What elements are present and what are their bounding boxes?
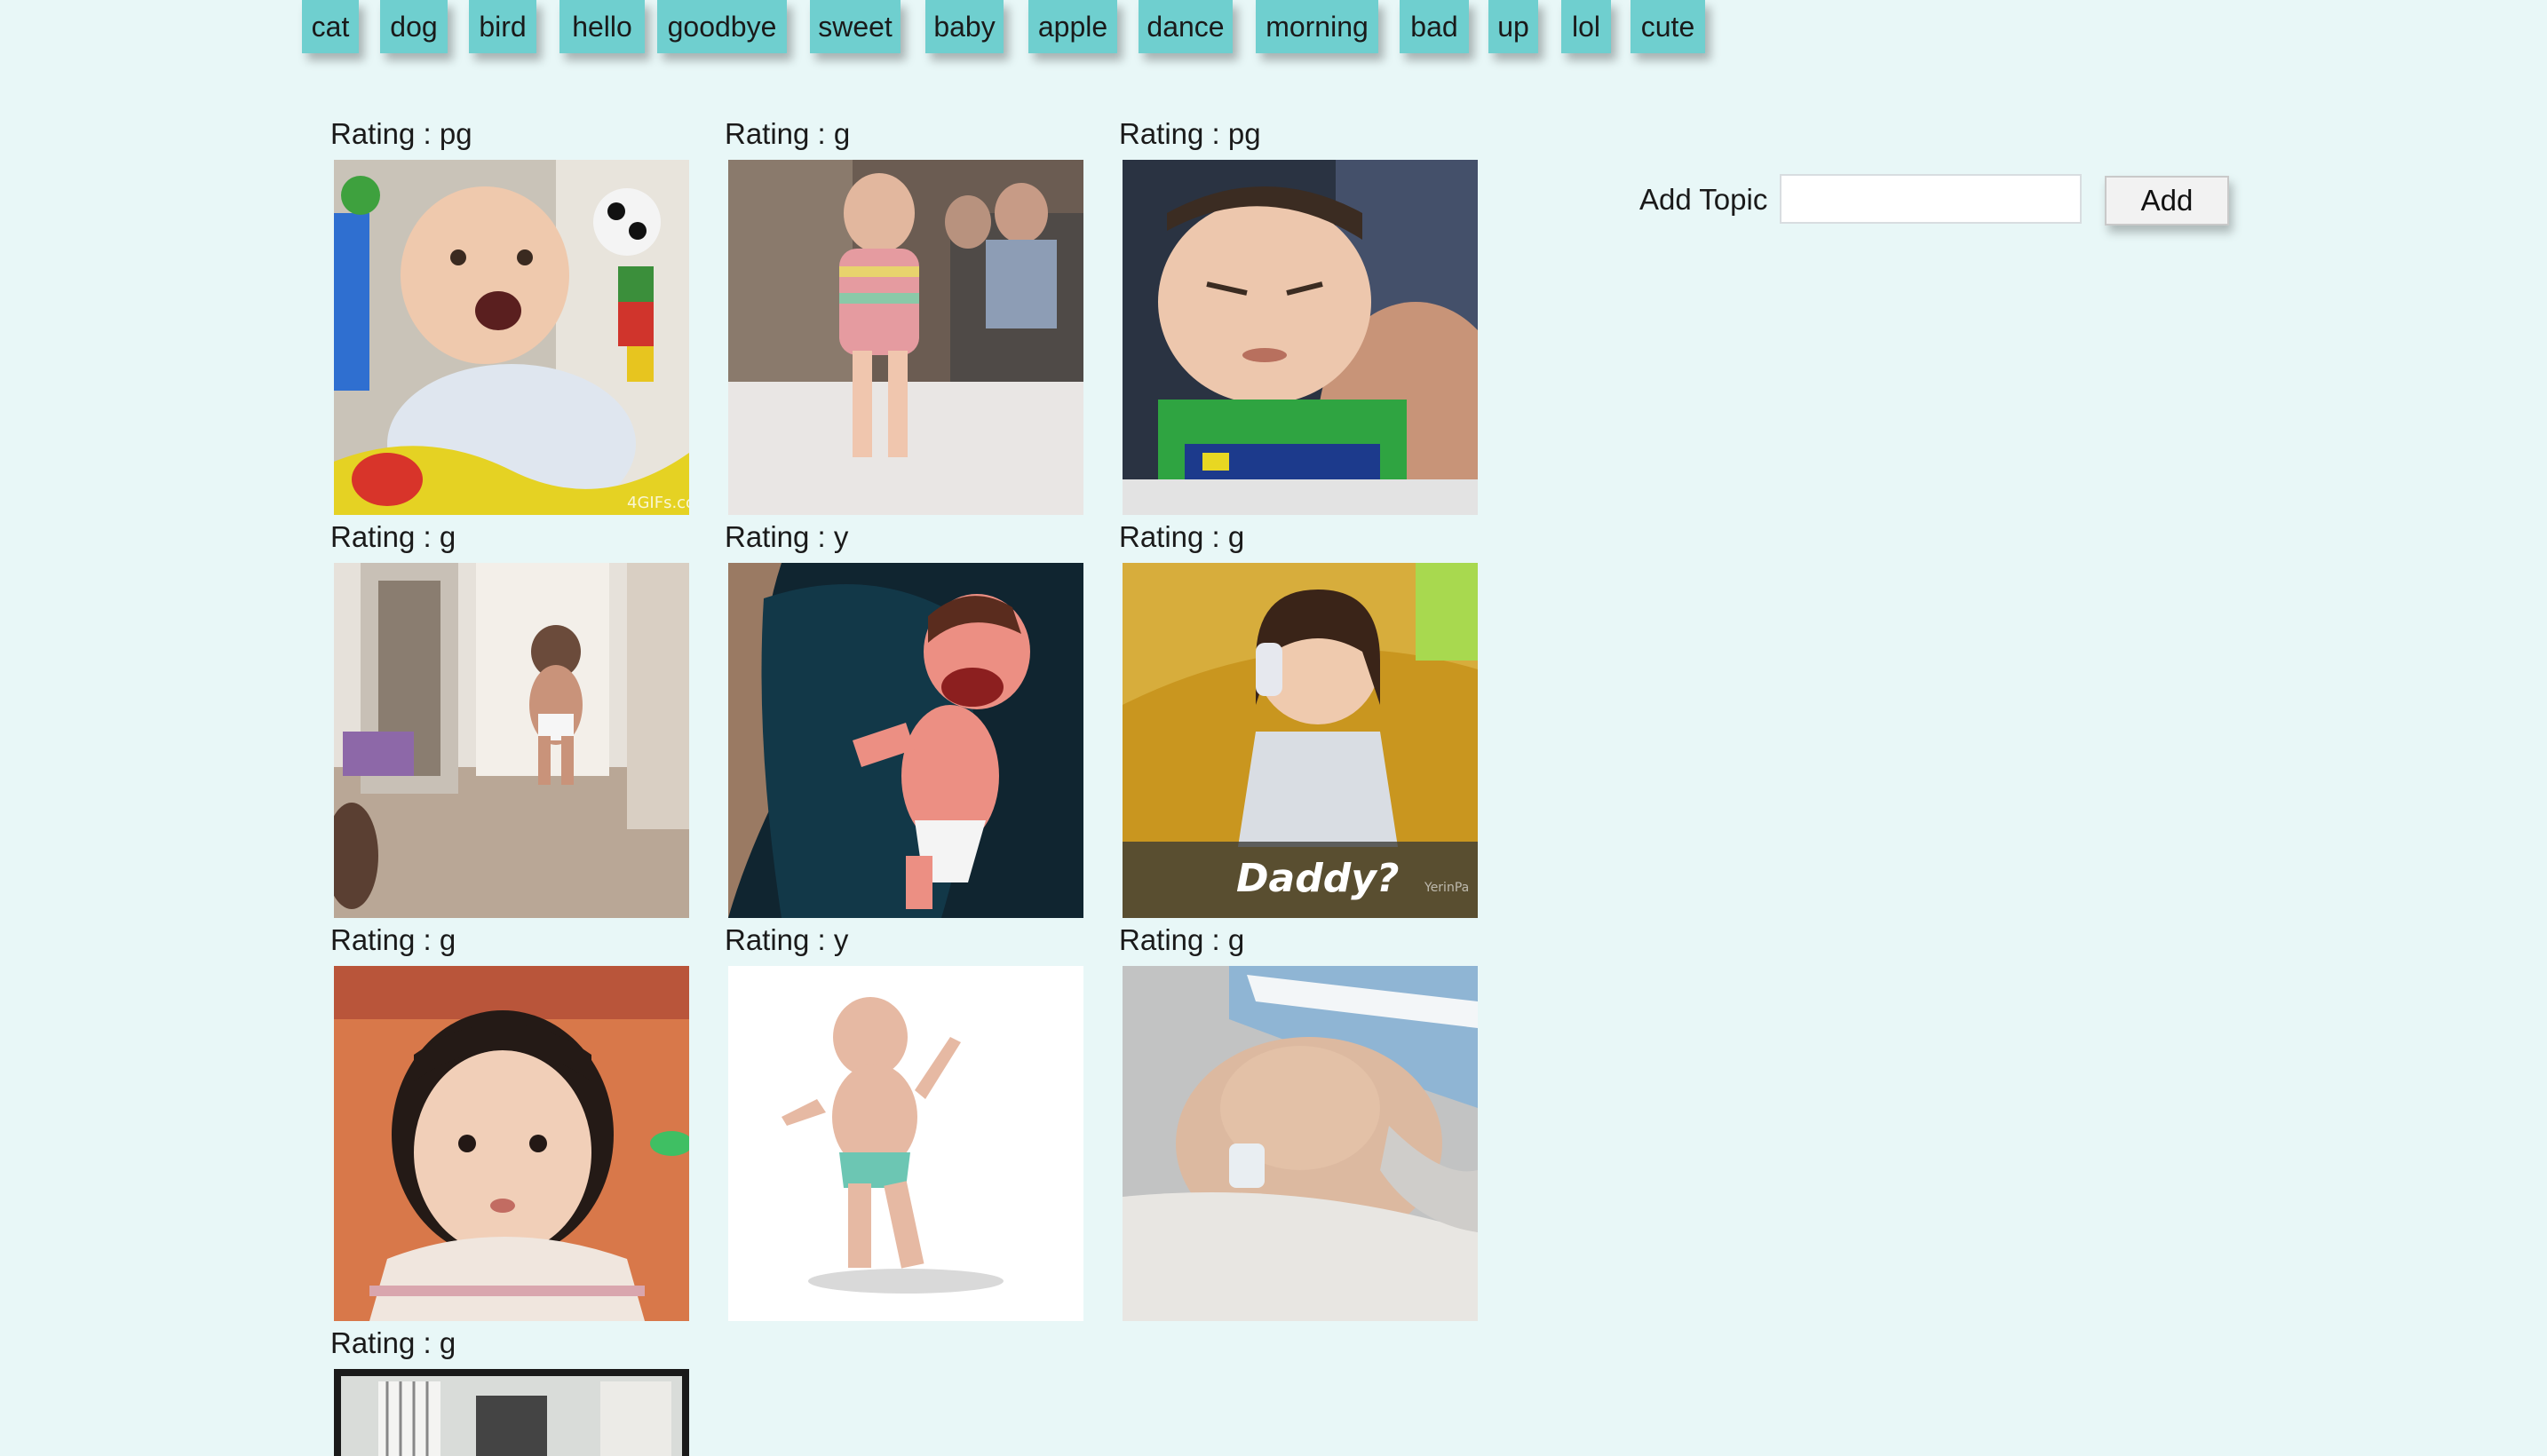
topic-button-bad[interactable]: bad	[1400, 0, 1469, 53]
gif-rating: Rating : pg	[1119, 117, 1261, 150]
giphy-app-page: cat dog bird hello goodbye sweet baby ap…	[0, 0, 2547, 1456]
topic-button-hello[interactable]: hello	[559, 0, 645, 53]
gif-rating: Rating : g	[330, 1326, 456, 1359]
gif-rating: Rating : g	[1119, 520, 1245, 553]
gif-image[interactable]	[334, 966, 689, 1321]
gif-image[interactable]	[1123, 966, 1478, 1321]
add-topic-input[interactable]	[1780, 174, 2082, 224]
topic-button-baby[interactable]: baby	[925, 0, 1004, 53]
gif-image[interactable]	[728, 563, 1083, 918]
gif-rating: Rating : y	[725, 520, 849, 553]
topic-button-dog[interactable]: dog	[380, 0, 448, 53]
gif-image[interactable]	[1123, 160, 1478, 515]
gif-rating: Rating : g	[330, 923, 456, 956]
topic-button-sweet[interactable]: sweet	[810, 0, 901, 53]
add-topic-button[interactable]: Add	[2105, 176, 2229, 226]
gif-rating: Rating : g	[330, 520, 456, 553]
gif-item: Rating : y	[725, 520, 1083, 920]
gif-image[interactable]	[728, 966, 1083, 1321]
gif-item: Rating : pg 4GIFs.com	[330, 117, 689, 517]
gif-image[interactable]	[334, 563, 689, 918]
topic-button-up[interactable]: up	[1488, 0, 1538, 53]
topic-button-apple[interactable]: apple	[1028, 0, 1117, 53]
topic-button-morning[interactable]: morning	[1256, 0, 1378, 53]
gif-item: Rating : g	[330, 1326, 689, 1456]
gif-item: Rating : pg	[1119, 117, 1478, 517]
topic-button-cute[interactable]: cute	[1631, 0, 1705, 53]
add-topic-label: Add Topic	[1639, 183, 1768, 216]
gif-image[interactable]	[334, 1369, 689, 1456]
gif-rating: Rating : pg	[330, 117, 472, 150]
gif-image[interactable]: Daddy? YerinPa	[1123, 563, 1478, 918]
topic-button-cat[interactable]: cat	[302, 0, 359, 53]
topic-button-dance[interactable]: dance	[1139, 0, 1233, 53]
gif-item: Rating : y	[725, 923, 1083, 1323]
gif-rating: Rating : g	[725, 117, 851, 150]
topic-button-lol[interactable]: lol	[1561, 0, 1611, 53]
gif-item: Rating : g Daddy? YerinPa	[1119, 520, 1478, 920]
gif-watermark: 4GIFs.com	[627, 494, 689, 512]
gif-watermark: YerinPa	[1424, 881, 1469, 895]
gif-item: Rating : g	[330, 520, 689, 920]
topic-button-bird[interactable]: bird	[469, 0, 536, 53]
gif-caption: Daddy?	[1236, 856, 1399, 901]
gif-image[interactable]: 4GIFs.com	[334, 160, 689, 515]
gif-image[interactable]	[728, 160, 1083, 515]
gif-rating: Rating : g	[1119, 923, 1245, 956]
gif-item: Rating : g	[1119, 923, 1478, 1323]
gif-item: Rating : g	[330, 923, 689, 1323]
gif-item: Rating : g	[725, 117, 1083, 517]
topic-button-goodbye[interactable]: goodbye	[657, 0, 787, 53]
gif-rating: Rating : y	[725, 923, 849, 956]
